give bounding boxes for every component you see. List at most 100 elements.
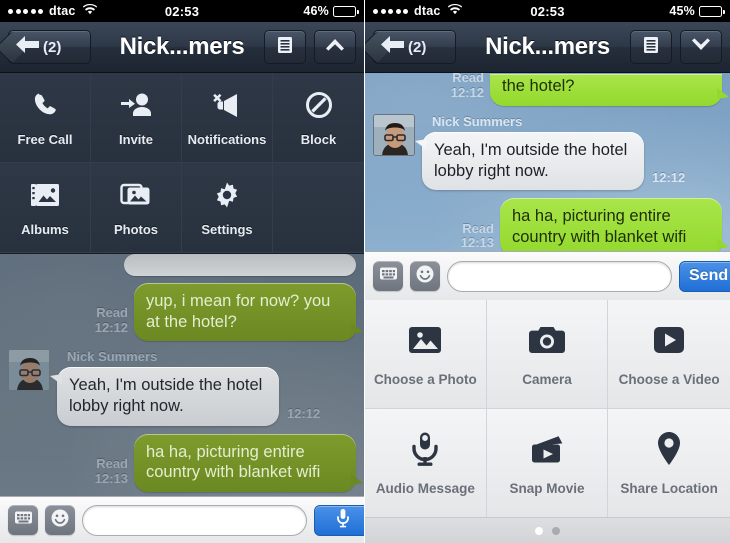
avatar[interactable] [373,113,415,156]
albums-icon [29,179,61,211]
sender-name: Nick Summers [432,113,523,129]
action-invite[interactable]: Invite [91,73,182,163]
clapperboard-icon [528,429,566,469]
incoming-line: Yeah, I'm outside the hotel lobby right … [415,131,686,191]
avatar[interactable] [8,349,50,392]
message-bubble: the hotel? [490,74,729,106]
back-arrow-icon [15,35,40,59]
attachment-audio-message[interactable]: Audio Message [365,408,487,517]
action-albums[interactable]: Albums [0,163,91,253]
page-dot-2[interactable] [552,526,560,535]
attachment-panel: Choose a Photo Camera Choose a Video Aud… [365,300,730,543]
chevron-up-icon [325,38,345,56]
read-status: Read [462,220,494,236]
status-right: 45% [669,4,725,18]
action-notifications[interactable]: Notifications [182,73,273,163]
incoming-message-column: Nick Summers Yeah, I'm outside the hotel… [50,349,321,426]
toggle-panel-button[interactable] [680,30,722,64]
incoming-line: Yeah, I'm outside the hotel lobby right … [50,367,321,426]
attachment-camera[interactable]: Camera [486,300,609,409]
message-list: Read 12:12 the hotel? Nick Summers Yeah,… [365,73,730,251]
partial-message-bubble [124,254,356,276]
battery-icon [333,5,359,17]
message-bubble: ha ha, picturing entire country with bla… [500,198,729,251]
nav-actions [630,30,722,64]
keyboard-icon [14,510,33,530]
photos-icon [120,179,152,211]
status-right: 46% [303,4,359,18]
action-label: Albums [21,221,69,237]
message-time: 12:12 [450,84,484,100]
message-time: 12:12 [652,170,686,186]
phone-icon [30,89,60,121]
attachment-label: Camera [522,372,572,388]
attachment-label: Choose a Video [618,372,720,388]
message-bubble: yup, i mean for now? you at the hotel? [134,283,363,342]
message-meta: Read 12:13 [94,455,128,487]
message-time: 12:12 [287,405,321,421]
gear-icon [213,179,241,211]
back-unread-count: (2) [408,38,427,56]
attachment-snap-movie[interactable]: Snap Movie [486,408,609,517]
chat-thread[interactable]: Read 12:12 the hotel? Nick Summers Yeah,… [365,73,730,251]
dual-screenshot: dtac 02:53 46% (2) Nick...mers Free Call… [0,0,730,543]
message-row: Nick Summers Yeah, I'm outside the hotel… [373,113,722,191]
nav-bar: (2) Nick...mers [365,22,730,73]
read-status: Read [96,305,128,321]
message-bubble: Yeah, I'm outside the hotel lobby right … [415,131,644,191]
action-photos[interactable]: Photos [91,163,182,253]
menu-button[interactable] [264,30,306,64]
attachment-label: Share Location [620,481,718,497]
message-list: Read 12:12 yup, i mean for now? you at t… [0,254,364,492]
message-input[interactable] [82,504,307,536]
action-settings[interactable]: Settings [182,163,273,253]
video-play-icon [652,320,686,360]
attachment-share-location[interactable]: Share Location [608,408,730,517]
message-time: 12:13 [460,235,494,251]
back-arrow-icon [380,35,405,59]
action-block[interactable]: Block [273,73,364,163]
contact-actions-grid: Free Call Invite Notifications Block Alb… [0,73,364,254]
carrier-label: dtac [414,4,441,18]
microphone-icon [411,429,439,469]
back-button[interactable]: (2) [8,30,91,64]
sender-name: Nick Summers [67,349,158,365]
smiley-icon [415,264,435,289]
page-dot-1[interactable] [535,526,543,535]
message-input[interactable] [447,260,672,292]
message-meta: Read 12:12 [94,305,128,336]
camera-icon [527,320,567,360]
keyboard-button[interactable] [8,505,38,535]
battery-icon [699,5,725,17]
keyboard-button[interactable] [373,261,403,291]
back-unread-count: (2) [43,38,62,56]
battery-percent-label: 45% [669,4,695,18]
phone-screen-right: dtac 02:53 45% (2) Nick...mers Read 12:1… [365,0,730,543]
attachment-choose-a-video[interactable]: Choose a Video [608,300,730,409]
message-time: 12:13 [94,470,128,486]
chat-thread[interactable]: Read 12:12 yup, i mean for now? you at t… [0,254,364,496]
photo-icon [406,320,444,360]
voice-message-button[interactable] [314,504,364,536]
emoji-button[interactable] [410,261,440,291]
menu-button[interactable] [630,30,672,64]
action-free-call[interactable]: Free Call [0,73,91,163]
send-button[interactable]: Send [679,260,730,292]
signal-strength-icon [373,8,408,14]
attachment-label: Choose a Photo [373,372,477,388]
message-time: 12:12 [94,320,128,336]
message-bubble: Yeah, I'm outside the hotel lobby right … [50,367,279,426]
status-bar: dtac 02:53 46% [0,0,364,22]
read-status: Read [96,455,128,471]
toggle-panel-button[interactable] [314,30,356,64]
attachment-choose-a-photo[interactable]: Choose a Photo [365,300,487,409]
emoji-button[interactable] [45,505,75,535]
location-pin-icon [655,429,683,469]
attachment-grid: Choose a Photo Camera Choose a Video Aud… [365,300,730,517]
message-input-bar: Send [365,251,730,300]
back-button[interactable]: (2) [373,30,456,64]
block-icon [304,89,334,121]
read-status: Read [452,73,484,85]
battery-percent-label: 46% [303,4,329,18]
action-label: Invite [119,131,153,147]
